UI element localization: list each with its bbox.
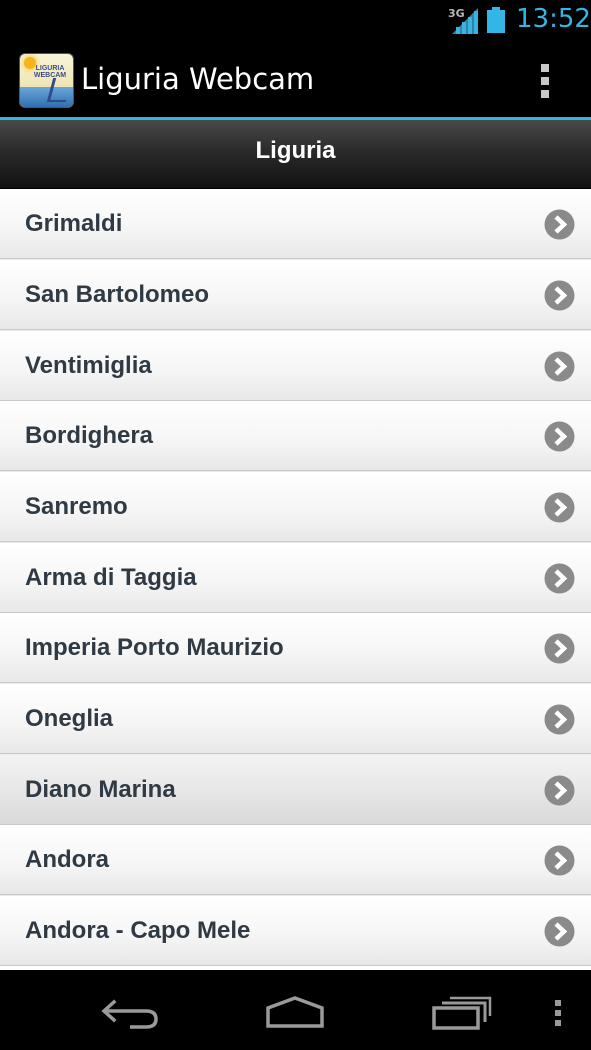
home-icon[interactable] <box>262 992 328 1032</box>
list-item[interactable]: Diano Marina <box>0 755 591 825</box>
chevron-right-circle-icon <box>544 351 575 382</box>
app-title: Liguria Webcam <box>81 62 315 96</box>
list-item[interactable]: Arma di Taggia <box>0 543 591 613</box>
list-item[interactable]: Imperia Porto Maurizio <box>0 613 591 683</box>
back-icon[interactable] <box>100 992 162 1032</box>
overflow-menu-button[interactable] <box>532 60 558 102</box>
chevron-right-circle-icon <box>544 845 575 876</box>
signal-icon <box>452 8 478 34</box>
menu-icon[interactable] <box>548 996 568 1030</box>
chevron-right-circle-icon <box>544 280 575 311</box>
list-item-label: Oneglia <box>25 705 114 732</box>
list-item[interactable]: Andora <box>0 825 591 895</box>
overflow-menu-dot <box>541 77 549 85</box>
list-item-label: Grimaldi <box>25 210 123 237</box>
chevron-right-circle-icon <box>544 492 575 523</box>
chevron-right-circle-icon <box>544 563 575 594</box>
list-item-label: San Bartolomeo <box>25 281 210 308</box>
list-item-label: Bordighera <box>25 422 154 449</box>
recent-apps-icon[interactable] <box>430 992 492 1032</box>
list-item-label: Diano Marina <box>25 776 176 803</box>
chevron-right-circle-icon <box>544 916 575 947</box>
chevron-right-circle-icon <box>544 633 575 664</box>
list-item[interactable]: Bordighera <box>0 401 591 471</box>
battery-icon <box>487 7 505 33</box>
list-item[interactable]: Oneglia <box>0 684 591 754</box>
list-item[interactable]: Sanremo <box>0 472 591 542</box>
chevron-right-circle-icon <box>544 209 575 240</box>
list-item-label: Ventimiglia <box>25 352 152 379</box>
list-item-label: Arma di Taggia <box>25 564 197 591</box>
chevron-right-circle-icon <box>544 704 575 735</box>
overflow-menu-dot <box>541 90 549 98</box>
status-bar: 3G 13:52 <box>0 0 591 40</box>
list-item-label: Sanremo <box>25 493 128 520</box>
location-list: Grimaldi San Bartolomeo Ventimiglia Bord… <box>0 189 591 970</box>
list-item[interactable]: Andora - Capo Mele <box>0 896 591 966</box>
list-item-label: Andora <box>25 846 109 873</box>
chevron-right-circle-icon <box>544 421 575 452</box>
chevron-right-circle-icon <box>544 775 575 806</box>
list-item[interactable]: San Bartolomeo <box>0 260 591 330</box>
overflow-menu-icon <box>541 64 549 72</box>
clock: 13:52 <box>516 4 591 34</box>
list-item-label: Andora - Capo Mele <box>25 917 251 944</box>
list-item[interactable]: Grimaldi <box>0 189 591 259</box>
list-item[interactable]: Ventimiglia <box>0 331 591 401</box>
list-item-label: Imperia Porto Maurizio <box>25 634 284 661</box>
app-logo[interactable]: LIGURIA WEBCAM <box>20 54 73 107</box>
app-logo-text: LIGURIA WEBCAM <box>33 65 67 79</box>
page-title: Liguria <box>255 137 336 164</box>
